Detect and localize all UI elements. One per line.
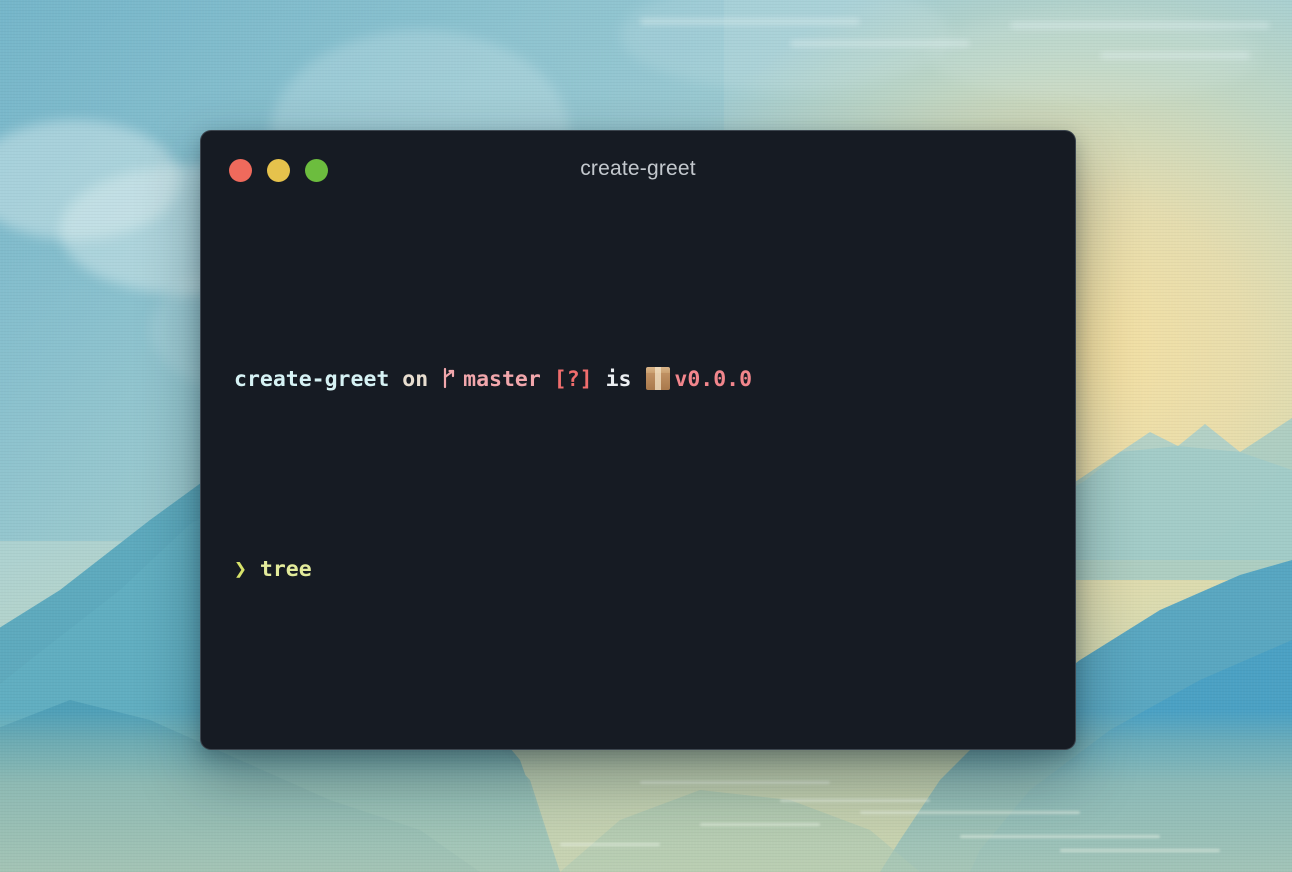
window-title: create-greet xyxy=(580,157,696,180)
prompt-on-word: on xyxy=(402,367,429,392)
package-emoji xyxy=(645,367,671,391)
prompt-symbol-icon: ❯ xyxy=(234,557,247,582)
shell-command-line[interactable]: ❯ tree xyxy=(234,551,1075,589)
terminal-window[interactable]: create-greet create-greet on master [?] … xyxy=(200,130,1076,750)
prompt-git-status: [?] xyxy=(553,367,593,392)
output-spacer xyxy=(234,703,1075,721)
command-text: tree xyxy=(259,557,312,582)
prompt-is-word: is xyxy=(605,367,632,392)
prompt-version: v0.0.0 xyxy=(674,367,753,392)
prompt-branch-name: master xyxy=(463,367,541,392)
terminal-titlebar[interactable]: create-greet xyxy=(201,131,1075,209)
git-branch-icon xyxy=(441,365,459,389)
terminal-output[interactable]: create-greet on master [?] is v0.0.0 ❯ t… xyxy=(201,209,1075,749)
shell-prompt-status-line: create-greet on master [?] is v0.0.0 xyxy=(234,361,1075,399)
prompt-directory: create-greet xyxy=(234,367,390,392)
